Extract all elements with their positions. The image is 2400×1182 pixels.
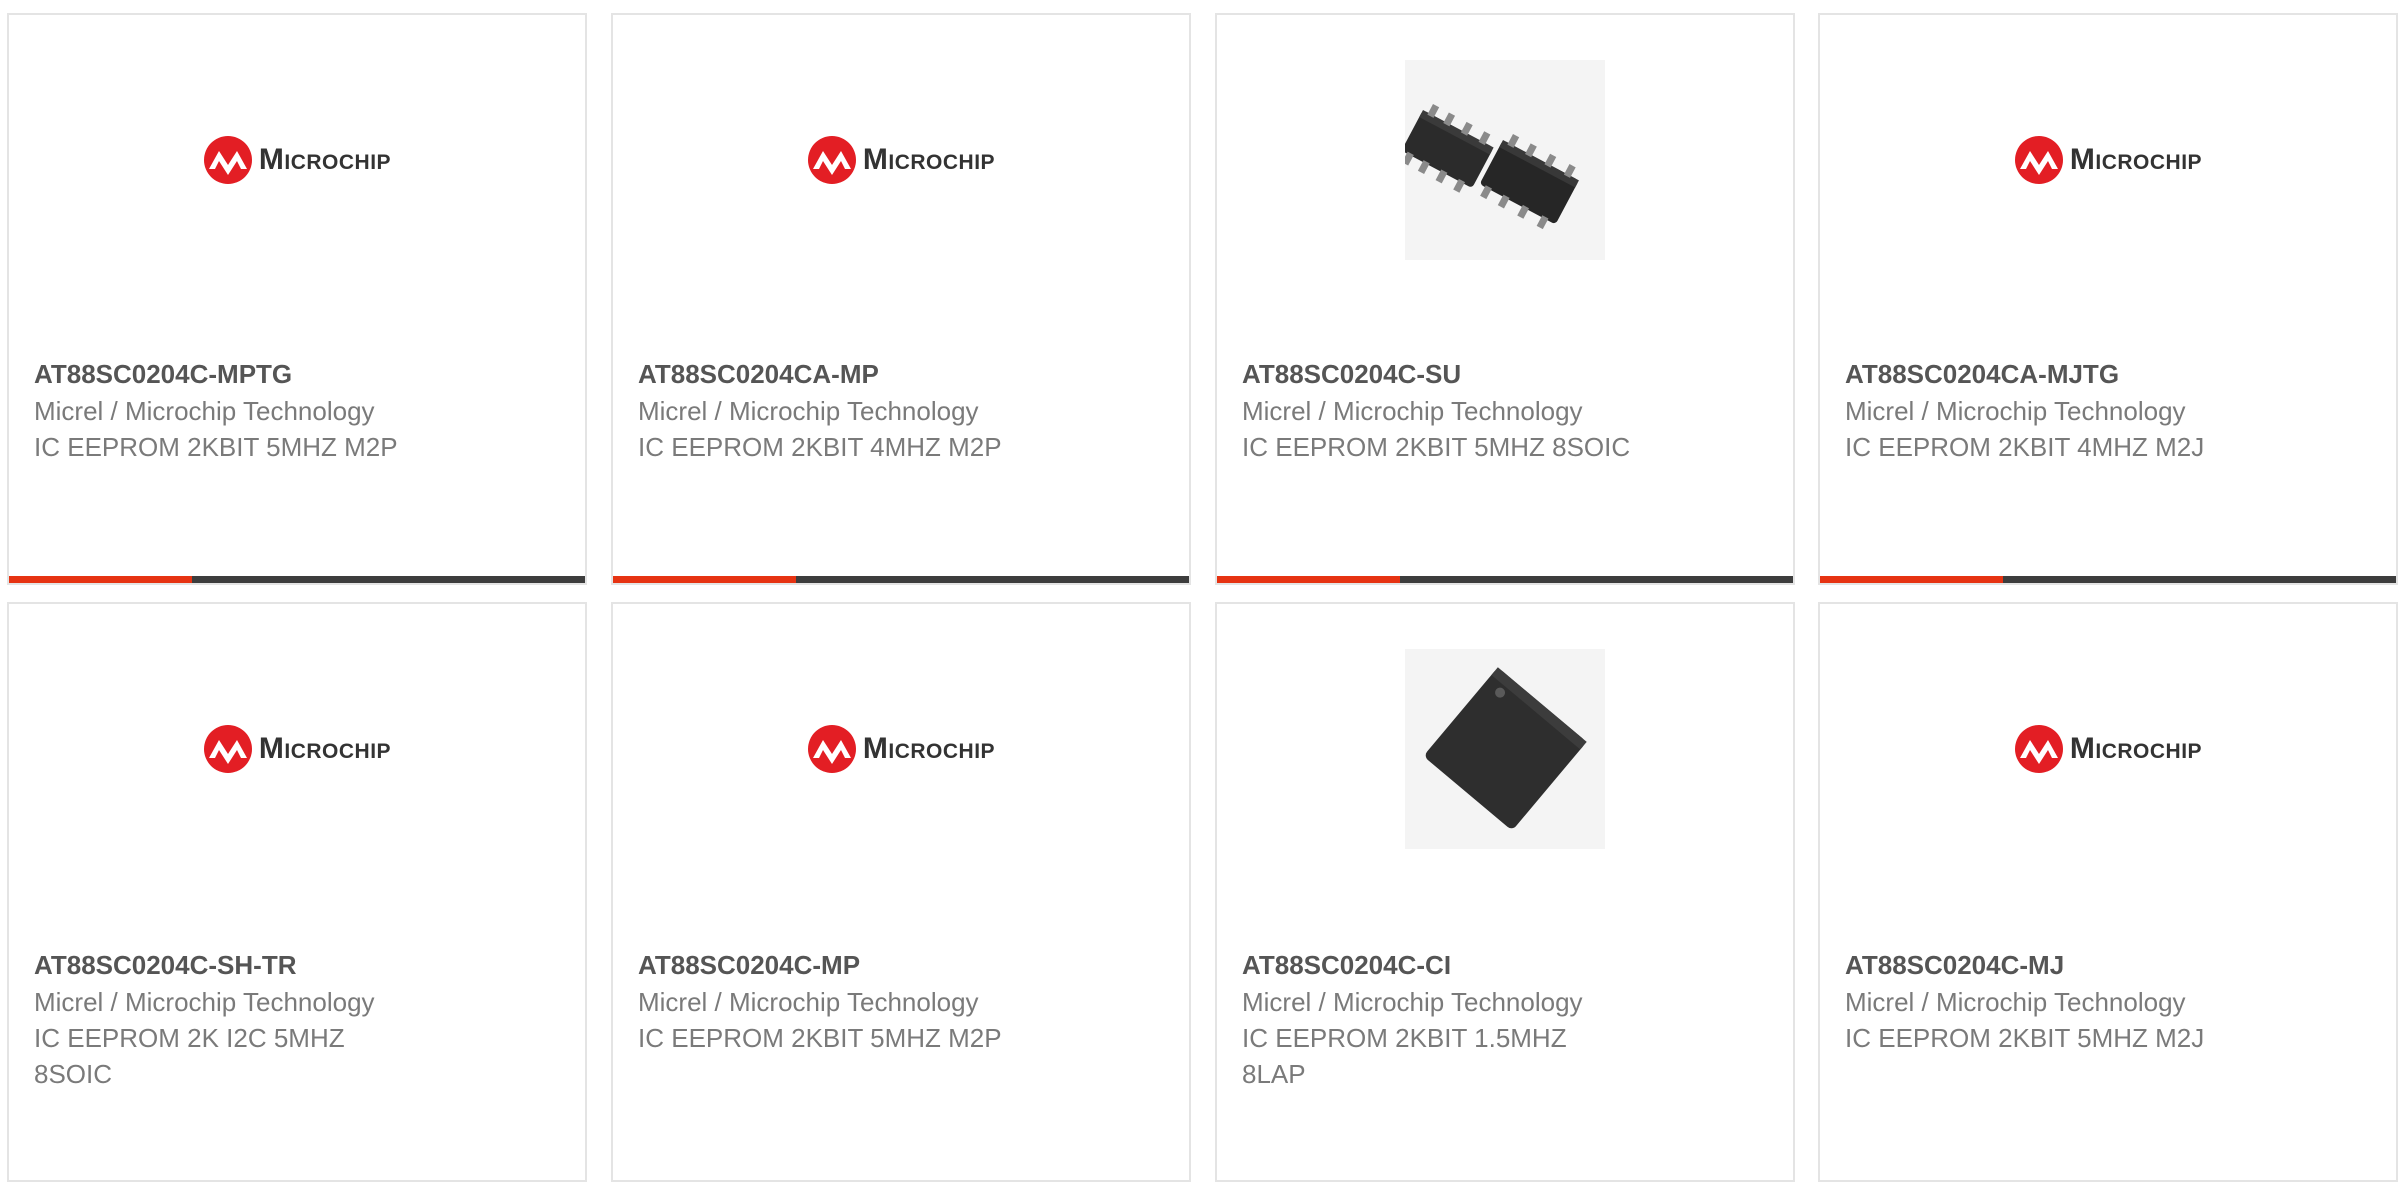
part-number-link[interactable]: AT88SC0204C-CI — [1242, 946, 1773, 984]
part-number-link[interactable]: AT88SC0204C-MP — [638, 946, 1169, 984]
microchip-logo-icon — [807, 136, 856, 184]
product-image[interactable]: Microchip — [613, 604, 1189, 894]
card-accent-bar — [613, 576, 1189, 583]
description: IC EEPROM 2KBIT 1.5MHZ 8LAP — [1242, 1023, 1567, 1089]
microchip-logo-text: Microchip — [258, 143, 392, 176]
manufacturer: Micrel / Microchip Technology — [1242, 396, 1583, 426]
description: IC EEPROM 2KBIT 5MHZ 8SOIC — [1242, 432, 1631, 462]
product-card[interactable]: Microchip AT88SC0204C-SH-TR Micrel / Mic… — [7, 602, 587, 1182]
description: IC EEPROM 2K I2C 5MHZ 8SOIC — [34, 1023, 345, 1089]
product-image[interactable] — [1217, 604, 1793, 894]
microchip-logo-icon — [203, 725, 252, 773]
microchip-logo-text: Microchip — [862, 732, 996, 765]
microchip-logo: Microchip — [203, 724, 391, 774]
part-number-link[interactable]: AT88SC0204C-MPTG — [34, 355, 565, 393]
description: IC EEPROM 2KBIT 5MHZ M2P — [638, 1023, 1002, 1053]
part-number-link[interactable]: AT88SC0204C-MJ — [1845, 946, 2376, 984]
soic-chip-icon — [1405, 103, 1579, 230]
microchip-logo: Microchip — [807, 135, 995, 185]
microchip-logo: Microchip — [2014, 724, 2202, 774]
microchip-logo-icon — [2014, 136, 2063, 184]
part-number-link[interactable]: AT88SC0204C-SH-TR — [34, 946, 565, 984]
card-accent-bar — [1217, 576, 1793, 583]
lga-chip-icon — [1425, 667, 1587, 829]
manufacturer: Micrel / Microchip Technology — [638, 396, 979, 426]
microchip-logo: Microchip — [807, 724, 995, 774]
description: IC EEPROM 2KBIT 5MHZ M2P — [34, 432, 398, 462]
product-image[interactable]: Microchip — [613, 15, 1189, 305]
microchip-logo-icon — [2014, 725, 2063, 773]
card-accent-bar — [1820, 576, 2396, 583]
microchip-logo-text: Microchip — [2069, 732, 2203, 765]
microchip-logo-text: Microchip — [258, 732, 392, 765]
part-number-link[interactable]: AT88SC0204CA-MJTG — [1845, 355, 2376, 393]
description: IC EEPROM 2KBIT 4MHZ M2P — [638, 432, 1002, 462]
manufacturer: Micrel / Microchip Technology — [34, 396, 375, 426]
manufacturer: Micrel / Microchip Technology — [34, 987, 375, 1017]
manufacturer: Micrel / Microchip Technology — [1242, 987, 1583, 1017]
product-image[interactable]: Microchip — [9, 604, 585, 894]
product-card[interactable]: Microchip AT88SC0204C-MPTG Micrel / Micr… — [7, 13, 587, 585]
product-card[interactable]: Microchip AT88SC0204C-MJ Micrel / Microc… — [1818, 602, 2398, 1182]
product-card[interactable]: AT88SC0204C-CI Micrel / Microchip Techno… — [1215, 602, 1795, 1182]
microchip-logo-icon — [203, 136, 252, 184]
product-image[interactable]: Microchip — [1820, 604, 2396, 894]
microchip-logo: Microchip — [2014, 135, 2202, 185]
product-card[interactable]: Microchip AT88SC0204C-MP Micrel / Microc… — [611, 602, 1191, 1182]
part-number-link[interactable]: AT88SC0204CA-MP — [638, 355, 1169, 393]
manufacturer: Micrel / Microchip Technology — [1845, 396, 2186, 426]
microchip-logo-icon — [807, 725, 856, 773]
card-accent-bar — [9, 576, 585, 583]
manufacturer: Micrel / Microchip Technology — [1845, 987, 2186, 1017]
description: IC EEPROM 2KBIT 5MHZ M2J — [1845, 1023, 2205, 1053]
product-card[interactable]: Microchip AT88SC0204CA-MJTG Micrel / Mic… — [1818, 13, 2398, 585]
product-image[interactable]: Microchip — [1820, 15, 2396, 305]
microchip-logo: Microchip — [203, 135, 391, 185]
product-card[interactable]: Microchip AT88SC0204CA-MP Micrel / Micro… — [611, 13, 1191, 585]
soic-chip-photo — [1405, 60, 1605, 260]
description: IC EEPROM 2KBIT 4MHZ M2J — [1845, 432, 2205, 462]
product-card[interactable]: AT88SC0204C-SU Micrel / Microchip Techno… — [1215, 13, 1795, 585]
lga-chip-photo — [1405, 649, 1605, 849]
part-number-link[interactable]: AT88SC0204C-SU — [1242, 355, 1773, 393]
manufacturer: Micrel / Microchip Technology — [638, 987, 979, 1017]
microchip-logo-text: Microchip — [862, 143, 996, 176]
product-image[interactable] — [1217, 15, 1793, 305]
product-image[interactable]: Microchip — [9, 15, 585, 305]
microchip-logo-text: Microchip — [2069, 143, 2203, 176]
